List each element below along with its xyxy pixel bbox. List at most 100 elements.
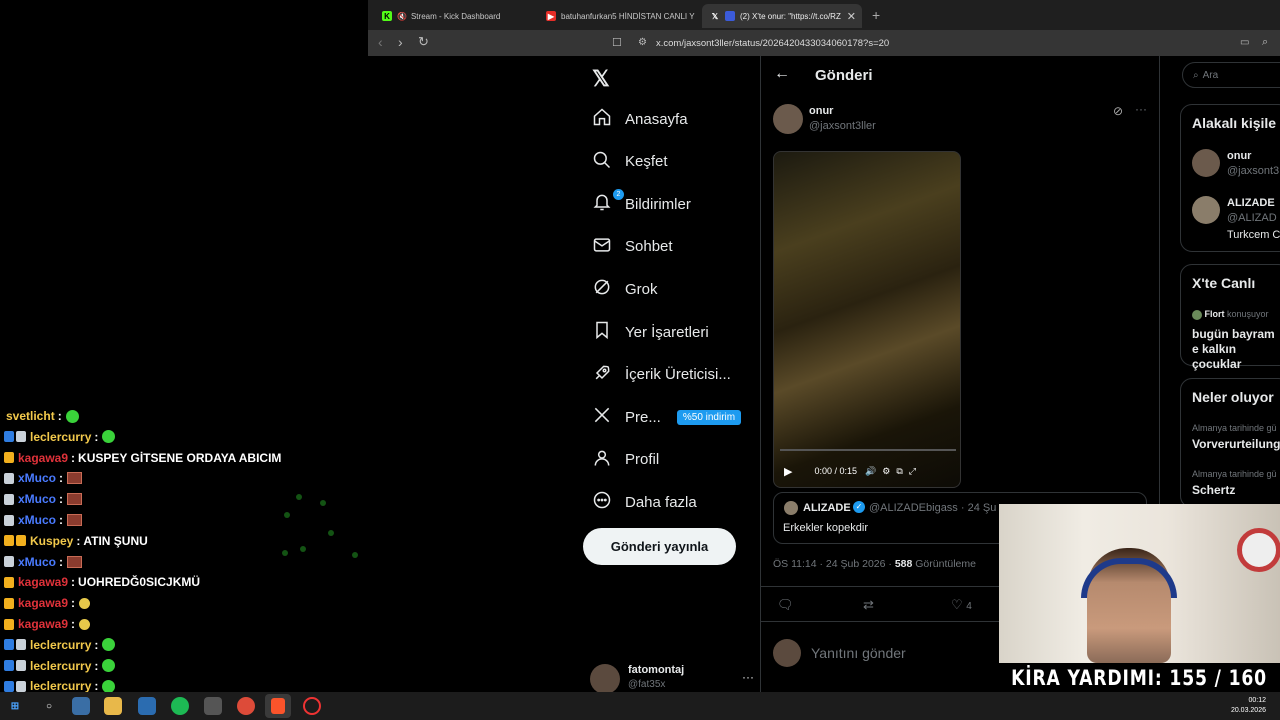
related-name[interactable]: ALIZADE bbox=[1227, 197, 1275, 209]
chat-username[interactable]: xMuco bbox=[18, 492, 56, 506]
cast-icon[interactable]: ▭ bbox=[1240, 37, 1249, 48]
play-icon[interactable]: ▶ bbox=[784, 465, 792, 478]
chat-username[interactable]: kagawa9 bbox=[18, 596, 68, 610]
chat-message: leclercurry : bbox=[4, 427, 116, 447]
system-clock[interactable]: 00:12 20.03.2026 bbox=[1231, 696, 1266, 716]
post-timestamp[interactable]: ÖS 11:14 · 24 Şub 2026 · bbox=[773, 558, 895, 570]
chat-username[interactable]: leclercurry bbox=[30, 430, 91, 444]
address-bar[interactable]: x.com/jaxsont3ller/status/20264204330340… bbox=[606, 35, 1206, 52]
account-switcher[interactable]: fatomontaj @fat35x ··· bbox=[590, 664, 760, 694]
tab-x-post[interactable]: 𝕏 (2) X'te onur: "https://t.co/RZ ✕ bbox=[702, 4, 862, 28]
avatar[interactable] bbox=[1192, 196, 1220, 224]
browser-toolbar: ‹ › ↻ ☐ ⚙ x.com/jaxsont3ller/status/2026… bbox=[368, 30, 1280, 56]
store-icon[interactable] bbox=[138, 697, 156, 715]
tab-bar: K 🔇 Stream - Kick Dashboard ▶ batuhanfur… bbox=[368, 0, 1280, 30]
chat-username[interactable]: kagawa9 bbox=[18, 575, 68, 589]
chat-username[interactable]: xMuco bbox=[18, 555, 56, 569]
video-time: 0:00 / 0:15 bbox=[814, 466, 858, 476]
nav-item-search[interactable]: Keşfet bbox=[592, 146, 668, 178]
post-header: ← Gönderi bbox=[761, 56, 1161, 96]
chat-text: KUSPEY GİTSENE ORDAYA ABICIM bbox=[78, 450, 282, 465]
author-name[interactable]: onur bbox=[809, 105, 833, 117]
fullscreen-icon[interactable]: ⤢ bbox=[909, 466, 916, 477]
reply-input[interactable]: Yanıtını gönder bbox=[811, 645, 906, 661]
nav-item-home[interactable]: Anasayfa bbox=[592, 103, 688, 135]
tab-kick-dashboard[interactable]: K 🔇 Stream - Kick Dashboard bbox=[374, 4, 534, 28]
pip-icon[interactable]: ⧉ bbox=[896, 466, 902, 477]
calculator-icon[interactable] bbox=[204, 697, 222, 715]
avatar[interactable] bbox=[1192, 149, 1220, 177]
tab-youtube[interactable]: ▶ batuhanfurkan5 HİNDİSTAN CANLI Y bbox=[538, 4, 698, 28]
page-title: Gönderi bbox=[815, 67, 873, 84]
nav-item-more-circle[interactable]: Daha fazla bbox=[592, 486, 697, 518]
x-logo-icon[interactable]: 𝕏 bbox=[592, 66, 610, 92]
nav-item-mail[interactable]: Sohbet bbox=[592, 231, 673, 263]
reply-icon[interactable]: 🗨 bbox=[777, 597, 794, 613]
volume-icon[interactable]: 🔊 bbox=[865, 466, 876, 477]
chat-sparkle bbox=[300, 546, 306, 552]
author-handle[interactable]: @jaxsont3ller bbox=[809, 120, 876, 132]
chat-username[interactable]: svetlicht bbox=[6, 409, 55, 423]
chat-separator: : bbox=[59, 513, 64, 527]
video-player[interactable]: ▶ 0:00 / 0:15 🔊 ⚙ ⧉ ⤢ bbox=[773, 151, 961, 488]
avatar bbox=[590, 664, 620, 694]
verified-icon: ✓ bbox=[853, 501, 865, 513]
chat-username[interactable]: leclercurry bbox=[30, 679, 91, 692]
nav-item-profile[interactable]: Profil bbox=[592, 444, 659, 476]
new-tab-button[interactable]: + bbox=[872, 7, 880, 23]
post-button[interactable]: Gönderi yayınla bbox=[583, 528, 736, 565]
folder-icon[interactable] bbox=[104, 697, 122, 715]
trend-title[interactable]: Schertz bbox=[1192, 483, 1235, 497]
chat-username[interactable]: xMuco bbox=[18, 513, 56, 527]
chat-badge-icon bbox=[4, 535, 14, 547]
repost-icon[interactable]: ⇄ bbox=[863, 597, 874, 613]
nav-item-rocket[interactable]: İçerik Üreticisi... bbox=[592, 359, 731, 391]
chrome-icon[interactable] bbox=[237, 697, 255, 715]
zoom-icon[interactable]: ⌕ bbox=[1262, 36, 1268, 49]
chat-username[interactable]: leclercurry bbox=[30, 659, 91, 673]
author-avatar[interactable] bbox=[773, 104, 803, 134]
chat-badge-icon bbox=[4, 680, 14, 692]
more-icon[interactable]: ··· bbox=[1135, 102, 1147, 116]
back-arrow-icon[interactable]: ← bbox=[774, 65, 790, 83]
reload-icon[interactable]: ↻ bbox=[418, 34, 429, 50]
video-progress-bar[interactable] bbox=[780, 449, 956, 451]
close-icon[interactable]: ✕ bbox=[847, 10, 856, 23]
live-text[interactable]: bugün bayram e kalkın çocuklar bbox=[1192, 327, 1280, 372]
chat-username[interactable]: leclercurry bbox=[30, 638, 91, 652]
chat-separator: : bbox=[94, 658, 99, 673]
settings-icon[interactable]: ⚙ bbox=[882, 466, 890, 477]
task-view-icon[interactable] bbox=[72, 697, 90, 715]
grok-icon[interactable]: ⊘ bbox=[1113, 104, 1123, 118]
obs-icon[interactable] bbox=[303, 697, 321, 715]
chat-username[interactable]: Kuspey bbox=[30, 534, 73, 548]
chat-sparkle bbox=[296, 494, 302, 500]
search-icon[interactable]: ○ bbox=[40, 697, 58, 715]
nav-item-x-premium[interactable]: Pre... %50 indirim bbox=[592, 401, 742, 433]
post-author: onur @jaxsont3ller ⊘ ··· bbox=[773, 102, 1153, 138]
nav-item-grok[interactable]: Grok bbox=[592, 273, 658, 305]
chat-message: Kuspey : ATIN ŞUNU bbox=[4, 531, 148, 551]
related-name[interactable]: onur bbox=[1227, 150, 1251, 162]
bell-icon: 2 bbox=[592, 189, 625, 216]
live-host: Flort bbox=[1204, 309, 1225, 319]
search-input[interactable]: ⌕ Ara bbox=[1182, 62, 1280, 88]
trend-title[interactable]: Vorverurteilung bbox=[1192, 437, 1280, 451]
windows-start-icon[interactable]: ⊞ bbox=[6, 697, 24, 715]
spotify-icon[interactable] bbox=[171, 697, 189, 715]
chat-badge-icon bbox=[16, 639, 26, 651]
back-icon[interactable]: ‹ bbox=[378, 34, 383, 50]
chat-username[interactable]: kagawa9 bbox=[18, 617, 68, 631]
chat-username[interactable]: xMuco bbox=[18, 471, 56, 485]
more-icon[interactable]: ··· bbox=[742, 670, 754, 684]
nav-item-label: Bildirimler bbox=[625, 195, 691, 213]
nav-item-bookmark[interactable]: Yer İşaretleri bbox=[592, 316, 709, 348]
chat-username[interactable]: kagawa9 bbox=[18, 451, 68, 465]
forward-icon[interactable]: › bbox=[398, 34, 403, 50]
live-host-row: Flort konuşuyor bbox=[1192, 309, 1269, 320]
chat-emote-icon bbox=[102, 659, 116, 673]
nav-item-bell[interactable]: 2 Bildirimler bbox=[592, 188, 691, 220]
brave-browser-button[interactable] bbox=[265, 694, 291, 718]
like-button[interactable]: ♡ 4 bbox=[951, 597, 972, 613]
trend-context: Almanya tarihinde gü bbox=[1192, 423, 1277, 433]
